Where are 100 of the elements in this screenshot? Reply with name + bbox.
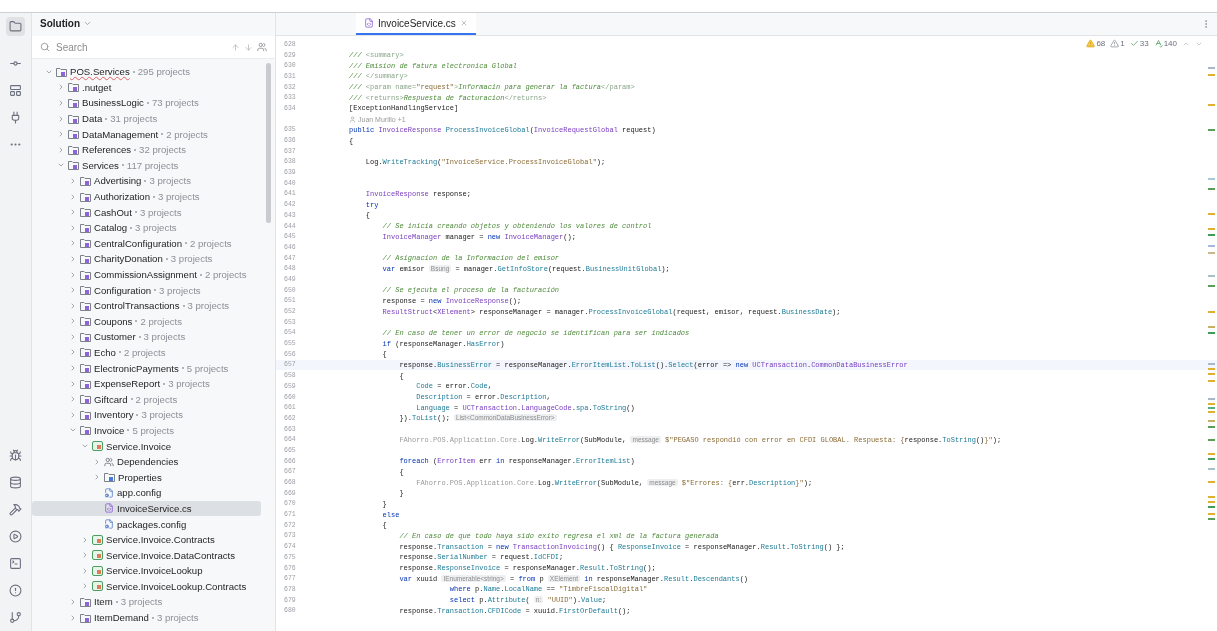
tree-item[interactable]: Services 117 projects: [32, 157, 261, 174]
project-icon: [92, 565, 103, 576]
item-name: POS.Services: [70, 66, 130, 78]
tree-item[interactable]: .nutget: [32, 79, 261, 96]
item-name: ElectronicPayments: [94, 362, 179, 374]
close-icon[interactable]: [459, 19, 468, 27]
project-count: 3 projects: [136, 409, 184, 421]
inspection-count[interactable]: 1: [1120, 39, 1125, 48]
inspection-count[interactable]: 68: [1096, 39, 1106, 48]
search-box[interactable]: Search: [32, 36, 275, 59]
folder-icon: [80, 238, 91, 249]
config-file-icon: [104, 487, 114, 498]
folder-icon: [80, 191, 91, 202]
folder-icon: [80, 300, 91, 311]
item-name: Dependencies: [117, 456, 179, 468]
project-icon: [92, 581, 103, 592]
item-name: DataManagement: [82, 128, 159, 140]
item-name: Service.Invoice: [106, 440, 172, 452]
tree-item[interactable]: Catalog 3 projects: [32, 219, 261, 236]
tree-item[interactable]: Service.Invoice: [32, 438, 261, 454]
folder-icon: [68, 160, 79, 171]
tree-item[interactable]: Echo 2 projects: [32, 344, 261, 361]
project-count: 3 projects: [182, 300, 230, 312]
inspection-count[interactable]: 33: [1139, 39, 1149, 48]
folder-icon: [80, 253, 91, 264]
project-count: 117 projects: [121, 159, 179, 171]
tree-item[interactable]: Service.InvoiceLookup: [32, 563, 261, 579]
inspection-count[interactable]: 140: [1163, 39, 1177, 48]
folder-icon: [80, 222, 91, 233]
code-file-icon: [364, 18, 374, 28]
tree-item[interactable]: CentralConfiguration 2 projects: [32, 235, 261, 252]
item-name: Catalog: [94, 222, 128, 234]
tree-item[interactable]: Properties: [32, 469, 261, 486]
tree-item[interactable]: Service.Invoice.Contracts: [32, 531, 261, 548]
tree-item[interactable]: BusinessLogic 73 projects: [32, 95, 261, 111]
tree-item[interactable]: Data 31 projects: [32, 110, 261, 127]
item-name: Service.InvoiceLookup: [106, 565, 203, 577]
item-name: ControlTransactions: [94, 300, 180, 312]
tree-item[interactable]: POS.Services 295 projects: [32, 64, 261, 80]
folder-icon: [80, 409, 91, 420]
item-name: BusinessLogic: [82, 97, 144, 109]
item-name: app.config: [117, 487, 162, 499]
filter-icon[interactable]: [257, 42, 267, 52]
item-name: Data: [82, 113, 103, 125]
project-count: 31 projects: [105, 113, 158, 125]
folder-icon: [104, 472, 115, 483]
arrow-down-icon[interactable]: [244, 42, 253, 52]
tree-item[interactable]: Advertising 3 projects: [32, 173, 261, 189]
folder-icon: [68, 144, 79, 155]
tree-item[interactable]: ControlTransactions 3 projects: [32, 297, 261, 314]
tree-item[interactable]: Dependencies: [32, 453, 261, 470]
project-count: 3 projects: [130, 222, 177, 234]
tree-item[interactable]: CashOut 3 projects: [32, 204, 261, 220]
folder-icon: [80, 612, 91, 623]
item-name: ExpenseReport: [94, 378, 161, 390]
scrollbar-thumb[interactable]: [266, 63, 271, 223]
project-icon: [92, 441, 103, 452]
project-count: 2 projects: [118, 347, 166, 358]
project-count: 2 projects: [135, 315, 182, 327]
panel-title[interactable]: Solution: [40, 18, 80, 29]
item-name: ItemDemand: [94, 612, 149, 624]
project-icon: [92, 550, 103, 561]
project-count: 295 projects: [132, 66, 190, 78]
tree-item[interactable]: Service.InvoiceLookup.Contracts: [32, 578, 261, 595]
tree-item[interactable]: app.config: [32, 485, 261, 501]
folder-icon[interactable]: [6, 17, 25, 36]
play-icon[interactable]: [6, 527, 25, 546]
problems-icon[interactable]: [6, 581, 25, 600]
chevron-down-icon[interactable]: [83, 19, 92, 28]
project-count: 73 projects: [146, 97, 199, 109]
search-field[interactable]: Search: [54, 40, 227, 54]
tree-item[interactable]: Inventory 3 projects: [32, 407, 261, 423]
tree-item[interactable]: Configuration 3 projects: [32, 282, 261, 298]
item-name: CashOut: [94, 206, 132, 218]
tree-item[interactable]: packages.config: [32, 516, 261, 532]
folder-icon: [80, 597, 91, 607]
tree-item[interactable]: Giftcard 2 projects: [32, 391, 261, 408]
tree-item[interactable]: Item 3 projects: [32, 594, 261, 610]
item-name: InvoiceService.cs: [117, 502, 192, 514]
dependencies-icon: [104, 456, 114, 467]
tree-item[interactable]: Authorization 3 projects: [32, 188, 261, 205]
tree-item[interactable]: References 32 projects: [32, 141, 261, 158]
tree-item[interactable]: CharityDonation 3 projects: [32, 251, 261, 267]
tree-item[interactable]: ElectronicPayments 5 projects: [32, 360, 261, 376]
tree-item[interactable]: ItemDemand 3 projects: [32, 609, 261, 626]
item-name: Service.Invoice.Contracts: [106, 534, 215, 546]
item-name: Inventory: [94, 409, 134, 421]
arrow-up-icon[interactable]: [231, 42, 240, 52]
tree-item[interactable]: CommissionAssignment 2 projects: [32, 266, 261, 283]
item-name: Services: [82, 159, 119, 171]
tree-item[interactable]: ExpenseReport 3 projects: [32, 375, 261, 392]
tree-item[interactable]: DataManagement 2 projects: [32, 126, 261, 142]
tree-item[interactable]: InvoiceService.cs: [32, 500, 261, 517]
item-name: Coupons: [94, 315, 133, 327]
file-tab[interactable]: InvoiceService.cs: [356, 13, 476, 35]
tree-item[interactable]: Coupons 2 projects: [32, 313, 261, 330]
tree-item[interactable]: Customer 3 projects: [32, 329, 261, 345]
search-icon: [40, 42, 50, 52]
tree-item[interactable]: Service.Invoice.DataContracts: [32, 547, 261, 563]
tree-item[interactable]: Invoice 5 projects: [32, 422, 261, 439]
